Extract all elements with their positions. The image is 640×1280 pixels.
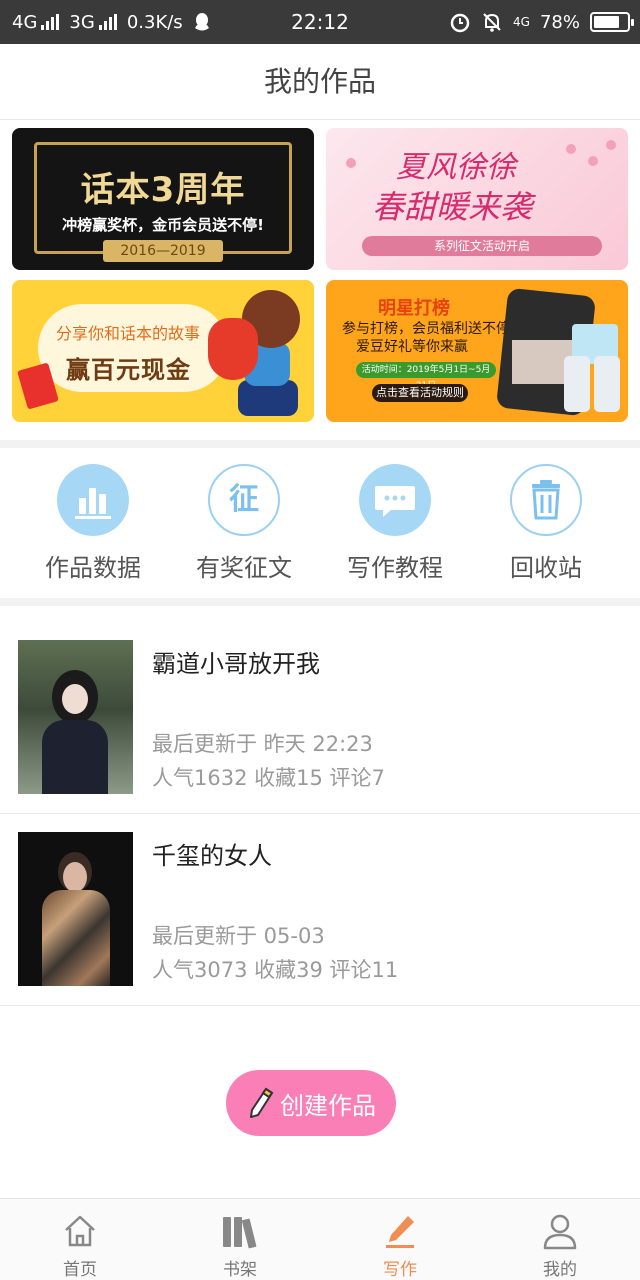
battery-percent: 78% xyxy=(539,11,580,33)
cover-figure-face xyxy=(63,862,87,892)
banner-share-line2: 赢百元现金 xyxy=(66,356,191,384)
tab-label: 我的 xyxy=(543,1260,577,1280)
blossom-decor xyxy=(588,156,598,166)
pen-icon xyxy=(380,1211,420,1251)
banner-summer-tag: 系列征文活动开启 xyxy=(362,236,602,256)
func-label: 回收站 xyxy=(510,554,582,582)
can-merch xyxy=(564,356,590,412)
section-divider xyxy=(0,598,640,606)
banner-star-date: 活动时间：2019年5月1日~5月21日 xyxy=(356,362,496,391)
work-item[interactable]: 霸道小哥放开我 最后更新于 昨天 22:23 人气1632 收藏15 评论7 xyxy=(0,622,640,814)
works-list: 霸道小哥放开我 最后更新于 昨天 22:23 人气1632 收藏15 评论7 千… xyxy=(0,622,640,1006)
section-divider xyxy=(0,440,640,448)
status-bar: 4G 3G 0.3K/s 22:12 4G 78% xyxy=(0,0,640,44)
chat-icon xyxy=(359,464,431,536)
banner-summer-essay[interactable]: 夏风徐徐 春甜暖来袭 系列征文活动开启 xyxy=(326,128,628,270)
tab-mine[interactable]: 我的 xyxy=(480,1199,640,1280)
func-essay-contest[interactable]: 征 有奖征文 xyxy=(169,464,319,583)
blossom-decor xyxy=(346,158,356,168)
bookshelf-icon xyxy=(220,1211,260,1251)
work-stats: 人气1632 收藏15 评论7 xyxy=(152,766,385,790)
work-updated: 最后更新于 昨天 22:23 xyxy=(152,732,373,756)
page-title: 我的作品 xyxy=(0,44,640,120)
tab-write[interactable]: 写作 xyxy=(320,1199,480,1280)
banner-star-title: 明星打榜 xyxy=(378,298,450,319)
tab-home[interactable]: 首页 xyxy=(0,1199,160,1280)
battery-fill xyxy=(594,16,619,28)
work-title[interactable]: 霸道小哥放开我 xyxy=(152,644,320,679)
banner-anniversary-subtitle: 冲榜赢奖杯，金币会员送不停! xyxy=(62,216,264,234)
function-grid: 作品数据 征 有奖征文 写作教程 回收站 xyxy=(0,448,640,598)
work-updated: 最后更新于 05-03 xyxy=(152,924,325,948)
work-cover xyxy=(18,832,133,986)
mute-bell-icon xyxy=(483,13,501,32)
func-recycle-bin[interactable]: 回收站 xyxy=(471,464,621,583)
zheng-glyph: 征 xyxy=(229,482,259,517)
banner-anniversary[interactable]: 话本3周年 冲榜赢奖杯，金币会员送不停! 2016—2019 xyxy=(12,128,314,270)
zheng-icon: 征 xyxy=(208,464,280,536)
banner-share-story[interactable]: 分享你和话本的故事 赢百元现金 xyxy=(12,280,314,422)
banner-star-line2: 爱豆好礼等你来赢 xyxy=(356,339,468,355)
banner-grid: 话本3周年 冲榜赢奖杯，金币会员送不停! 2016—2019 夏风徐徐 春甜暖来… xyxy=(12,128,628,424)
money-bag-icon xyxy=(208,318,258,380)
tab-bar: 首页 书架 写作 我的 xyxy=(0,1198,640,1280)
blossom-decor xyxy=(606,140,616,150)
cover-figure-face xyxy=(62,684,88,714)
banner-star-line1: 参与打榜，会员福利送不停， xyxy=(342,321,524,337)
create-work-label: 创建作品 xyxy=(280,1091,376,1120)
pencil-icon xyxy=(250,1087,274,1118)
banner-share-line1: 分享你和话本的故事 xyxy=(56,324,201,343)
func-work-data[interactable]: 作品数据 xyxy=(18,464,168,583)
home-icon xyxy=(60,1211,100,1251)
work-cover xyxy=(18,640,133,794)
blossom-decor xyxy=(566,144,576,154)
func-writing-tutorial[interactable]: 写作教程 xyxy=(320,464,470,583)
func-label: 写作教程 xyxy=(347,554,443,582)
create-work-button[interactable]: 创建作品 xyxy=(226,1070,396,1136)
trash-icon xyxy=(510,464,582,536)
net-type-3: 4G xyxy=(513,15,530,29)
work-stats: 人气3073 收藏39 评论11 xyxy=(152,958,399,982)
cover-figure-body xyxy=(42,890,110,986)
battery-icon xyxy=(590,12,634,32)
tab-label: 首页 xyxy=(63,1260,97,1280)
cover-figure-body xyxy=(42,720,108,794)
work-title[interactable]: 千玺的女人 xyxy=(152,836,272,871)
tab-bookshelf[interactable]: 书架 xyxy=(160,1199,320,1280)
banner-anniversary-title: 话本3周年 xyxy=(80,170,246,210)
work-item[interactable]: 千玺的女人 最后更新于 05-03 人气3073 收藏39 评论11 xyxy=(0,814,640,1006)
banner-summer-line1: 夏风徐徐 xyxy=(396,150,516,185)
func-label: 有奖征文 xyxy=(196,554,292,582)
banner-star-desc: 参与打榜，会员福利送不停， 爱豆好礼等你来赢 xyxy=(342,320,524,356)
alarm-icon xyxy=(450,13,470,33)
person-icon xyxy=(540,1211,580,1251)
tab-label: 书架 xyxy=(223,1260,257,1280)
can-merch xyxy=(594,356,620,412)
banner-star-rule-link[interactable]: 点击查看活动规则 xyxy=(372,384,468,402)
banner-summer-line2: 春甜暖来袭 xyxy=(372,188,533,226)
banner-star-ranking[interactable]: 明星打榜 参与打榜，会员福利送不停， 爱豆好礼等你来赢 活动时间：2019年5月… xyxy=(326,280,628,422)
banner-anniversary-years: 2016—2019 xyxy=(103,240,223,262)
chart-icon xyxy=(57,464,129,536)
func-label: 作品数据 xyxy=(45,554,141,582)
tab-label: 写作 xyxy=(383,1260,417,1280)
